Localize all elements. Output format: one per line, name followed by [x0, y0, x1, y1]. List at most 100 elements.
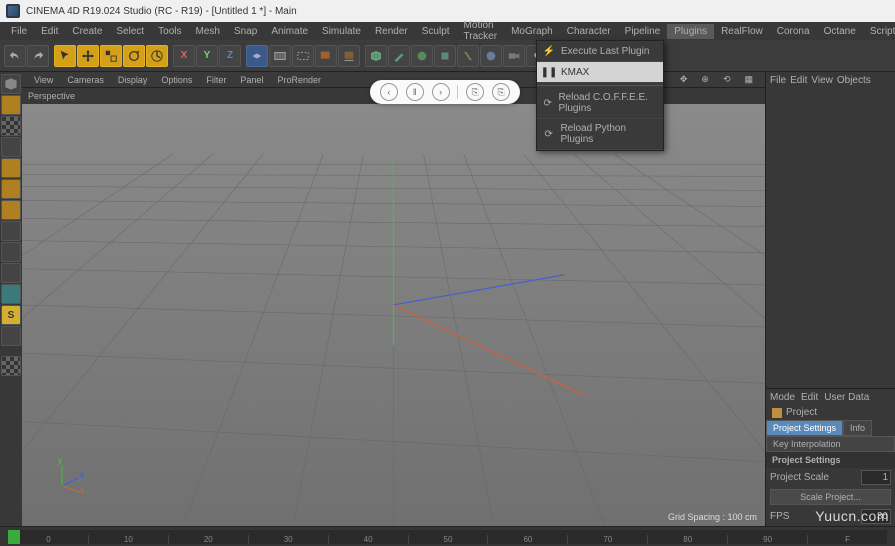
select-tool[interactable]	[54, 45, 76, 67]
axis-mode[interactable]	[1, 263, 21, 283]
move-tool[interactable]	[77, 45, 99, 67]
tab-info[interactable]: Info	[843, 420, 872, 436]
plugin-item-reload-c-o-f-f-e-e-plugins[interactable]: ⟳Reload C.O.F.F.E.E. Plugins	[537, 88, 663, 119]
material-mode[interactable]	[1, 356, 21, 376]
menu-select[interactable]: Select	[109, 24, 151, 39]
generator-tool[interactable]	[434, 45, 456, 67]
menu-snap[interactable]: Snap	[227, 24, 264, 39]
vp-zoom-icon[interactable]: ⊕	[695, 73, 715, 86]
plugin-item-execute-last-plugin[interactable]: ⚡Execute Last Plugin	[537, 41, 663, 62]
project-scale-input[interactable]: 1	[861, 470, 891, 485]
pen-tool[interactable]	[388, 45, 410, 67]
grid-spacing-label: Grid Spacing : 100 cm	[668, 512, 757, 522]
main-toolbar: X Y Z	[0, 40, 895, 72]
menu-render[interactable]: Render	[368, 24, 415, 39]
edge-mode[interactable]	[1, 179, 21, 199]
vp-rotate-icon[interactable]: ⟲	[717, 73, 737, 86]
render-region[interactable]	[292, 45, 314, 67]
time-tick: 40	[328, 535, 408, 544]
time-track[interactable]: 0102030405060708090F	[8, 530, 887, 544]
menu-motion-tracker[interactable]: Motion Tracker	[457, 18, 505, 44]
vp-menu-panel[interactable]: Panel	[234, 74, 269, 86]
om-menu-file[interactable]: File	[770, 75, 786, 86]
vp-layout-icon[interactable]: ▦	[738, 73, 759, 86]
vp-menu-options[interactable]: Options	[155, 74, 198, 86]
snap-toggle[interactable]: S	[1, 305, 21, 325]
plugin-item-kmax[interactable]: ❚❚KMAX	[537, 62, 663, 83]
project-item[interactable]: Project	[766, 405, 895, 420]
recent-tool[interactable]	[146, 45, 168, 67]
pause-button[interactable]: ‖	[406, 83, 424, 101]
z-axis-lock[interactable]: Z	[219, 45, 241, 67]
deformer-tool[interactable]	[457, 45, 479, 67]
vp-move-icon[interactable]: ✥	[674, 73, 694, 86]
time-marker[interactable]	[8, 530, 20, 544]
menu-tools[interactable]: Tools	[151, 24, 188, 39]
workplane-mode[interactable]	[1, 137, 21, 157]
plugin-item-reload-python-plugins[interactable]: ⟳Reload Python Plugins	[537, 119, 663, 150]
redo-button[interactable]	[27, 45, 49, 67]
scale-project-button[interactable]: Scale Project...	[770, 489, 891, 505]
menu-realflow[interactable]: RealFlow	[714, 24, 770, 39]
menu-simulate[interactable]: Simulate	[315, 24, 368, 39]
uv-poly-mode[interactable]	[1, 242, 21, 262]
y-axis-lock[interactable]: Y	[196, 45, 218, 67]
plugin-item-label: Execute Last Plugin	[561, 46, 649, 57]
menu-octane[interactable]: Octane	[817, 24, 863, 39]
scale-tool[interactable]	[100, 45, 122, 67]
menu-corona[interactable]: Corona	[770, 24, 817, 39]
cube-primitive[interactable]	[365, 45, 387, 67]
om-menu-objects[interactable]: Objects	[837, 75, 871, 86]
om-menu-edit[interactable]: Edit	[790, 75, 807, 86]
tweak-mode[interactable]	[1, 284, 21, 304]
om-menu-view[interactable]: View	[811, 75, 833, 86]
vp-menu-cameras[interactable]: Cameras	[61, 74, 110, 86]
time-tick: 50	[408, 535, 488, 544]
am-menu-user-data[interactable]: User Data	[824, 392, 869, 403]
vp-menu-prorender[interactable]: ProRender	[271, 74, 327, 86]
polygon-mode[interactable]	[1, 200, 21, 220]
x-axis-lock[interactable]: X	[173, 45, 195, 67]
menu-plugins[interactable]: Plugins	[667, 24, 714, 39]
model-mode[interactable]	[1, 74, 21, 94]
tab-project-settings[interactable]: Project Settings	[766, 420, 843, 436]
timeline[interactable]: 0102030405060708090F	[0, 526, 895, 546]
texture-mode[interactable]	[1, 116, 21, 136]
camera-tool[interactable]	[503, 45, 525, 67]
point-mode[interactable]	[1, 158, 21, 178]
vp-menu-view[interactable]: View	[28, 74, 59, 86]
menu-mesh[interactable]: Mesh	[189, 24, 227, 39]
render-settings[interactable]	[315, 45, 337, 67]
next-button[interactable]: ›	[432, 83, 450, 101]
menu-animate[interactable]: Animate	[264, 24, 315, 39]
nurbs-tool[interactable]	[411, 45, 433, 67]
menu-script[interactable]: Script	[863, 24, 895, 39]
menu-file[interactable]: File	[4, 24, 34, 39]
save-b-button[interactable]: ⎘	[492, 83, 510, 101]
prev-button[interactable]: ‹	[380, 83, 398, 101]
menubar: FileEditCreateSelectToolsMeshSnapAnimate…	[0, 22, 895, 40]
undo-button[interactable]	[4, 45, 26, 67]
coord-system[interactable]	[246, 45, 268, 67]
rotate-tool[interactable]	[123, 45, 145, 67]
menu-pipeline[interactable]: Pipeline	[618, 24, 668, 39]
menu-character[interactable]: Character	[560, 24, 618, 39]
vp-menu-display[interactable]: Display	[112, 74, 154, 86]
viewport-canvas[interactable]: y x z Grid Spacing : 100 cm	[22, 104, 765, 526]
menu-edit[interactable]: Edit	[34, 24, 65, 39]
vp-menu-filter[interactable]: Filter	[200, 74, 232, 86]
render-queue[interactable]	[338, 45, 360, 67]
object-mode[interactable]	[1, 95, 21, 115]
uv-point-mode[interactable]	[1, 221, 21, 241]
am-menu-edit[interactable]: Edit	[801, 392, 818, 403]
menu-sculpt[interactable]: Sculpt	[415, 24, 457, 39]
am-menu-mode[interactable]: Mode	[770, 392, 795, 403]
tab-key-interpolation[interactable]: Key Interpolation	[766, 436, 895, 452]
save-a-button[interactable]: ⎘	[466, 83, 484, 101]
menu-mograph[interactable]: MoGraph	[504, 24, 560, 39]
time-tick: 90	[727, 535, 807, 544]
environment-tool[interactable]	[480, 45, 502, 67]
quantize-toggle[interactable]	[1, 326, 21, 346]
menu-create[interactable]: Create	[65, 24, 109, 39]
render-view[interactable]	[269, 45, 291, 67]
